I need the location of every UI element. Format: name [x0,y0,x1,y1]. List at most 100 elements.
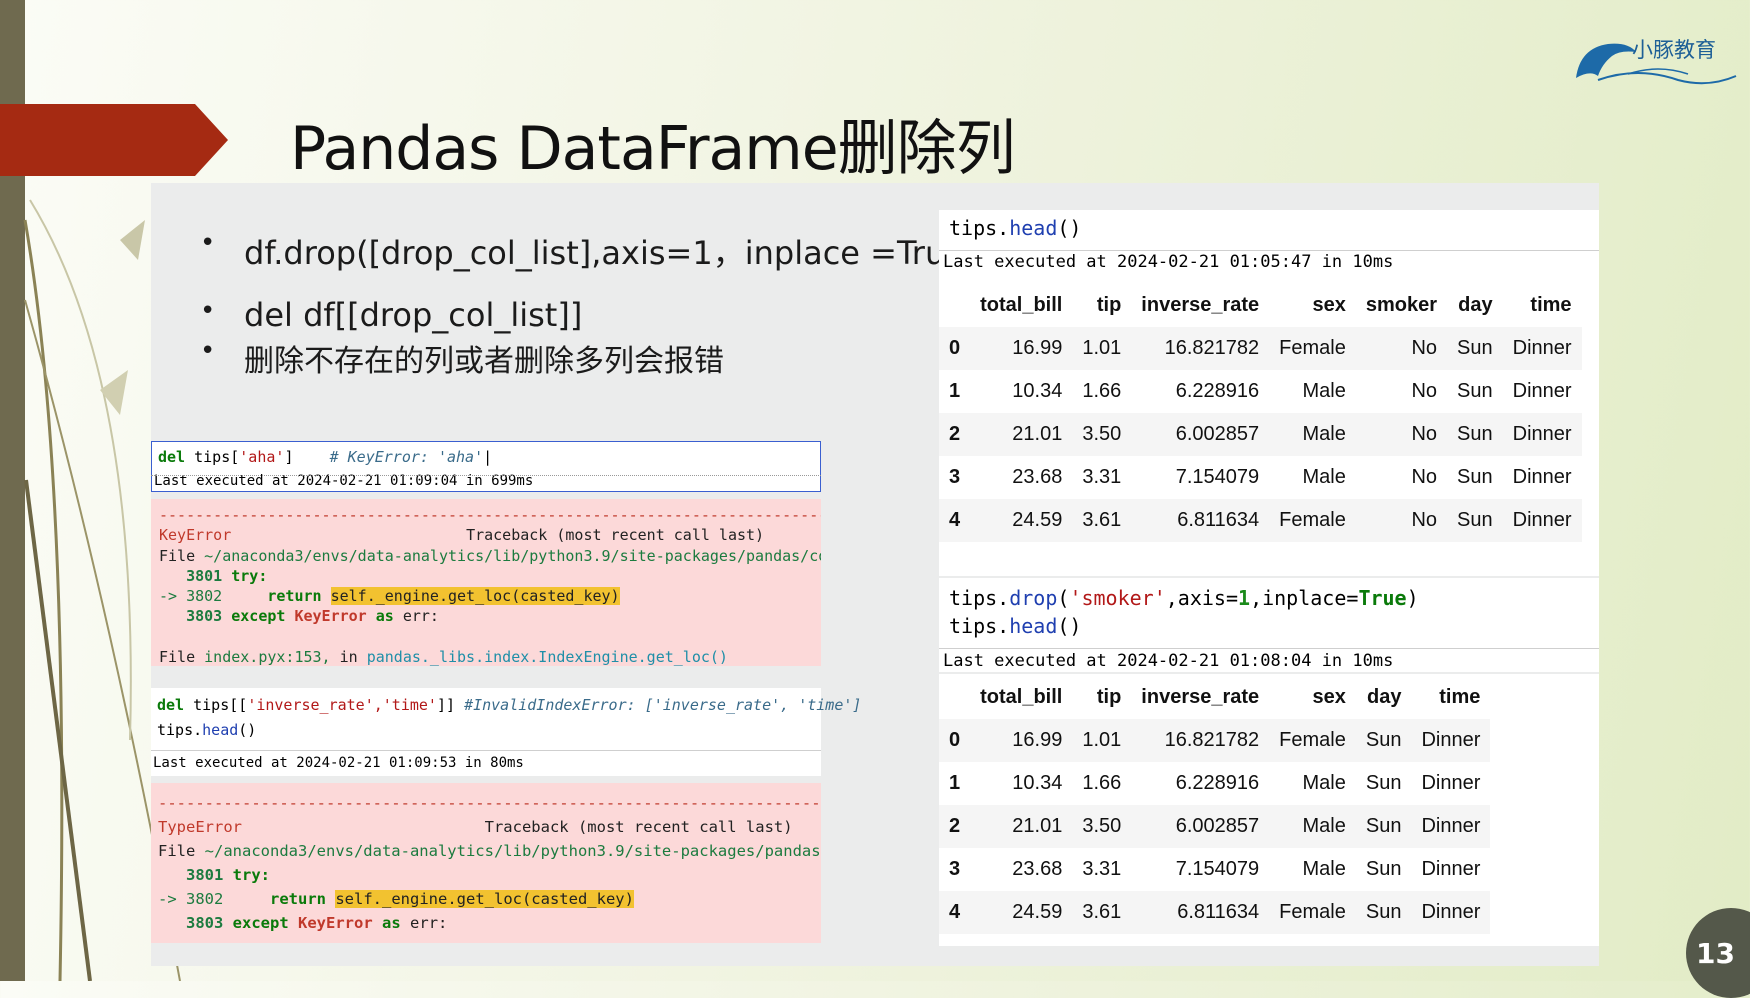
file-path: ~/anaconda3/envs/data-analytics/lib/pyth… [204,546,821,565]
code-text: err: [410,914,448,932]
code-paren: ( [1057,586,1070,610]
column-header: day [1458,294,1493,316]
code-var: tips. [949,614,1010,638]
table-row: 3 23.68 3.31 7.154079 Male Sun Dinner [939,848,1491,891]
traceback-label: Traceback (most recent call last) [484,818,793,836]
table-cell: Male [1302,466,1346,488]
table-cell: Dinner [1421,729,1481,751]
divider [151,475,821,476]
table-cell: 1.66 [1082,772,1122,794]
table-cell: Dinner [1421,901,1481,923]
code-var: tips [193,696,230,714]
table-row: 4 24.59 3.61 6.811634 Female No Sun Dinner [939,499,1582,542]
table-row: 3 23.68 3.31 7.154079 Male No Sun Dinner [939,456,1582,499]
table-cell: 16.821782 [1164,729,1260,751]
code-var: tips. [949,586,1010,610]
table-cell: Sun [1457,466,1493,488]
table-cell: 23.68 [1012,858,1063,880]
line-arrow: -> 3802 [159,587,223,606]
code-cell-del-multiple[interactable]: del tips[['inverse_rate','time']] #Inval… [151,688,861,776]
dataframe-output: total_bill tip inverse_rate sex smoker day tim… [939,274,1599,576]
file-label: File [159,648,196,666]
column-header [939,284,970,327]
page-number: 13 [1696,937,1735,970]
exec-status: Last executed at 2024-02-21 01:08:04 in … [943,651,1394,671]
exec-status: Last executed at 2024-02-21 01:05:47 in … [943,252,1394,272]
bullet-item: 删除不存在的列或者删除多列会报错 [200,336,977,380]
error-line: 3801 try: [159,566,821,586]
table-cell: 1.01 [1082,337,1122,359]
table-row: 0 16.99 1.01 16.821782 Female Sun Dinner [939,719,1491,762]
code-paren: () [1057,614,1082,638]
table-cell: 7.154079 [1175,858,1260,880]
table-cell: 16.99 [1012,729,1063,751]
code-string: 'inverse_rate','time' [247,696,437,714]
code-paren: ) [1406,586,1419,610]
file-label: File [159,546,196,565]
keyword: as [382,914,401,932]
keyword: try: [232,866,270,884]
keyword: except [232,914,289,932]
row-index: 2 [949,815,961,837]
column-header: inverse_rate [1141,686,1260,708]
code-paren: () [238,721,257,739]
code-comment: #InvalidIndexError: ['inverse_rate', 'ti… [464,696,862,714]
table-row: 0 16.99 1.01 16.821782 Female No Sun Dinner [939,327,1582,370]
exec-status: Last executed at 2024-02-21 01:09:53 in … [153,755,524,771]
error-line: File index.pyx:153, in pandas._libs.inde… [159,647,821,666]
table-cell: No [1411,380,1438,402]
dataframe-output: total_bill tip inverse_rate sex day time 0 16.… [939,674,1599,946]
divider [939,250,1599,251]
divider [151,750,821,751]
table-row: 4 24.59 3.61 6.811634 Female Sun Dinner [939,891,1491,934]
table-cell: Sun [1457,423,1493,445]
line-number: 3801 [186,866,224,884]
file-path: ~/anaconda3/envs/data-analytics/lib/pyth… [204,842,821,860]
code-string: 'smoker' [1069,586,1166,610]
table-cell: Dinner [1421,858,1481,880]
table-cell: 3.31 [1082,858,1122,880]
table-cell: Dinner [1512,423,1572,445]
bullet-item: df.drop([drop_col_list],axis=1，inplace =… [200,228,977,274]
table-cell: 6.228916 [1175,772,1260,794]
code-text: ,axis= [1165,586,1239,610]
logo-text: 小豚教育 [1632,38,1716,62]
keyword: except [231,607,286,626]
column-header: time [1530,294,1572,316]
highlighted-code: self._engine.get_loc(casted_key) [335,890,634,908]
code-line: del tips['aha'] # KeyError: 'aha'| [158,448,493,466]
table-cell: 3.31 [1082,466,1122,488]
line-number: 3801 [186,566,223,585]
function-link: pandas._libs.index.IndexEngine.get_loc() [366,648,728,666]
table-cell: Sun [1457,509,1493,531]
table-cell: 16.99 [1012,337,1063,359]
table-cell: Female [1279,729,1346,751]
table-cell: Dinner [1512,466,1572,488]
bullet-item: del df[[drop_col_list]] [200,296,977,334]
keyword: del [157,696,185,714]
code-line: tips.head() [949,614,1081,638]
code-cell-drop[interactable]: tips.drop('smoker',axis=1,inplace=True) … [939,578,1599,672]
column-header [939,676,970,719]
table-cell: 21.01 [1012,423,1063,445]
table-row: 1 10.34 1.66 6.228916 Male Sun Dinner [939,762,1491,805]
table-cell: 24.59 [1012,509,1063,531]
row-index: 0 [949,729,961,751]
table-cell: 6.811634 [1177,509,1260,531]
error-output-keyerror: ----------------------------------------… [151,499,821,666]
code-line: tips.head() [157,721,256,739]
table-cell: 6.002857 [1175,815,1260,837]
code-line: tips.head() [949,216,1081,240]
table-cell: 3.61 [1082,509,1122,531]
keyword: as [375,607,394,626]
error-line: 3803 except KeyError as err: [159,606,821,626]
table-cell: 10.34 [1012,380,1063,402]
dataframe-table: total_bill tip inverse_rate sex day time 0 16.… [939,676,1491,934]
column-header: day [1367,686,1402,708]
table-cell: 3.50 [1082,815,1122,837]
row-index: 3 [949,858,961,880]
code-cell-head[interactable]: tips.head() Last executed at 2024-02-21 … [939,210,1599,274]
table-cell: Female [1279,337,1346,359]
table-cell: 3.61 [1082,901,1122,923]
code-cell-del-aha[interactable]: del tips['aha'] # KeyError: 'aha'| Last … [151,441,821,492]
